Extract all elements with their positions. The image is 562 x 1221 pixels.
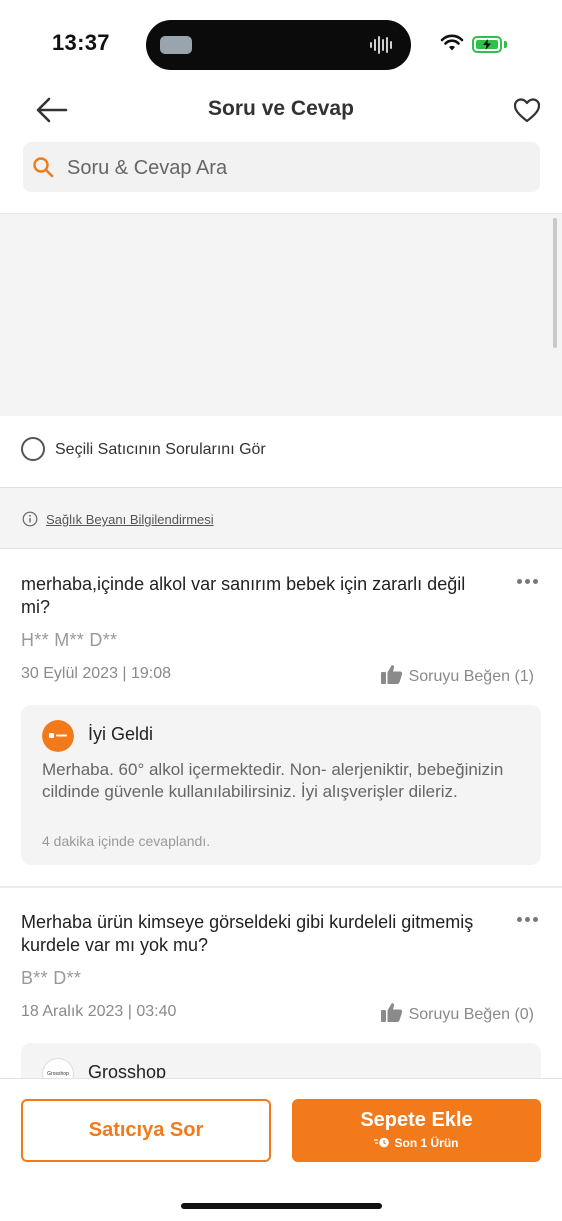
radio-button[interactable] <box>21 437 45 461</box>
heart-icon[interactable] <box>512 96 542 124</box>
stock-note: Son 1 Ürün <box>292 1136 541 1150</box>
status-time: 13:37 <box>52 30 110 55</box>
question-text: Merhaba ürün kimseye görseldeki gibi kur… <box>21 912 474 955</box>
search-icon <box>33 157 54 178</box>
like-question-button[interactable]: Soruyu Beğen (0) <box>380 1002 534 1024</box>
now-playing-thumbnail <box>160 36 192 54</box>
like-label: Soruyu Beğen (1) <box>408 668 534 685</box>
scrollbar[interactable] <box>553 218 557 348</box>
media-placeholder <box>0 214 562 416</box>
filter-label: Seçili Satıcının Sorularını Gör <box>55 441 266 458</box>
add-to-cart-button[interactable]: Sepete Ekle Son 1 Ürün <box>292 1099 541 1162</box>
dynamic-island <box>146 20 411 70</box>
seller-logo-text: Grosshop <box>47 1071 69 1077</box>
question-author: H** M** D** <box>21 630 118 650</box>
seller-logo <box>42 720 74 752</box>
search-bar[interactable] <box>23 142 540 194</box>
question-date: 30 Eylül 2023 | 19:08 <box>21 665 172 682</box>
audio-wave-icon <box>370 36 392 54</box>
more-options-icon[interactable] <box>517 571 545 584</box>
home-indicator[interactable] <box>181 1203 382 1209</box>
page-title: Soru ve Cevap <box>208 97 354 120</box>
health-notice-link[interactable]: Sağlık Beyanı Bilgilendirmesi <box>46 512 214 527</box>
wifi-icon <box>440 34 464 51</box>
stock-note-label: Son 1 Ürün <box>394 1136 459 1150</box>
health-notice-band: Sağlık Beyanı Bilgilendirmesi <box>0 487 562 549</box>
clock-icon <box>374 1137 390 1148</box>
battery-icon <box>472 36 502 53</box>
add-to-cart-label: Sepete Ekle <box>360 1109 473 1131</box>
battery-nub <box>504 41 507 48</box>
thumbs-up-icon <box>380 1003 402 1022</box>
like-label: Soruyu Beğen (0) <box>408 1006 534 1023</box>
search-input[interactable] <box>65 142 529 194</box>
answer-text: Merhaba. 60° alkol içermektedir. Non- al… <box>42 760 504 801</box>
ask-seller-button[interactable]: Satıcıya Sor <box>21 1099 271 1162</box>
question-date: 18 Aralık 2023 | 03:40 <box>21 1003 177 1020</box>
seller-name[interactable]: İyi Geldi <box>88 724 153 745</box>
thumbs-up-icon <box>380 665 402 684</box>
more-options-icon[interactable] <box>517 909 545 922</box>
like-question-button[interactable]: Soruyu Beğen (1) <box>380 664 534 686</box>
answer-time: 4 dakika içinde cevaplandı. <box>42 833 211 849</box>
answer-card: İyi Geldi Merhaba. 60° alkol içermektedi… <box>21 705 541 865</box>
question-text: merhaba,içinde alkol var sanırım bebek i… <box>21 574 466 617</box>
question-author: B** D** <box>21 968 82 988</box>
question-divider <box>0 886 562 888</box>
info-icon <box>22 511 38 527</box>
